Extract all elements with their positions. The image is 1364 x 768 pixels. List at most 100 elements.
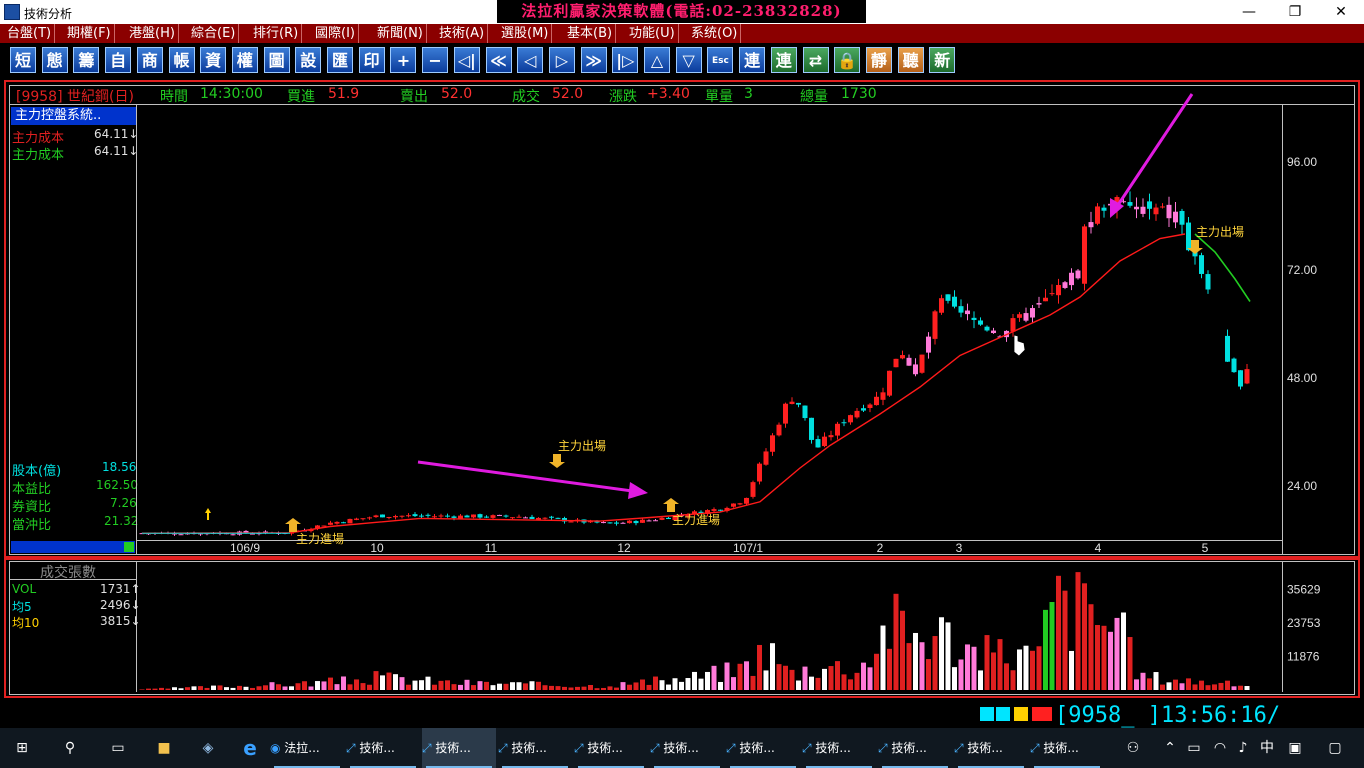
candle-body	[841, 422, 847, 424]
status-light-cyan2	[996, 707, 1010, 721]
status-light-yellow	[1014, 707, 1028, 721]
candle-body	[399, 515, 405, 517]
candle-body	[607, 522, 613, 524]
volume-icon[interactable]: ♪	[1232, 728, 1254, 768]
magenta-arrow-line	[417, 460, 641, 494]
candle-body	[653, 520, 658, 522]
taskbar-app-7[interactable]: ⤢ 技術...	[802, 728, 876, 768]
taskbar-app-9[interactable]: ⤢ 技術...	[954, 728, 1028, 768]
search-icon[interactable]: ⚲	[48, 728, 92, 768]
x-tick-label: 3	[956, 541, 963, 555]
candle-body	[854, 410, 860, 418]
candle-body	[796, 402, 801, 405]
candle-body	[536, 517, 541, 520]
candle-body	[542, 517, 548, 519]
candle-body	[1231, 358, 1237, 373]
ma10-label: 均10	[12, 616, 40, 630]
taskbar-app-label: 技術...	[587, 741, 623, 755]
candle-body	[926, 336, 931, 353]
file-explorer-icon[interactable]: ■	[144, 728, 184, 768]
candle-body	[458, 515, 463, 519]
edge-browser-icon[interactable]: e	[230, 728, 270, 768]
show-hidden-icons[interactable]: ⌃	[1160, 728, 1180, 768]
candle-body	[945, 294, 951, 301]
candle-body	[848, 415, 853, 423]
candle-body	[1023, 313, 1029, 321]
app-icon-farari: ◉	[270, 741, 285, 755]
taskbar-app-3[interactable]: ⤢ 技術...	[498, 728, 572, 768]
candle-body	[503, 515, 509, 517]
hand-cursor-icon	[1013, 334, 1026, 357]
cost-line-red	[141, 233, 1186, 534]
candle-body	[529, 516, 535, 519]
candle-body	[1069, 272, 1074, 286]
taskbar-app-10[interactable]: ⤢ 技術...	[1030, 728, 1104, 768]
volume-chart-inner	[9, 561, 1355, 695]
taskbar-app-label: 技術...	[739, 741, 775, 755]
candle-body	[1166, 204, 1172, 219]
candle-body	[1088, 222, 1094, 228]
candle-body	[1049, 293, 1055, 295]
candle-body	[789, 401, 795, 404]
ma10-value: 3815↓	[100, 614, 141, 628]
ime-language[interactable]: 中	[1256, 728, 1278, 768]
candle-body	[1056, 284, 1061, 296]
magenta-arrow-line	[1114, 93, 1194, 209]
candle-body	[1225, 335, 1230, 362]
candle-body	[783, 403, 788, 424]
x-tick-label: 107/1	[733, 541, 763, 555]
candle-body	[919, 354, 925, 373]
taskbar-app-4[interactable]: ⤢ 技術...	[574, 728, 648, 768]
task-view-icon[interactable]: ▭	[96, 728, 140, 768]
wifi-icon[interactable]: ◠	[1208, 728, 1232, 768]
candle-body	[1179, 210, 1185, 225]
taskbar-app-2[interactable]: ⤢ 技術...	[422, 728, 496, 768]
candle-body	[958, 306, 964, 313]
candle-body	[991, 330, 996, 334]
candle-body	[646, 520, 652, 522]
candle-body	[1160, 206, 1165, 208]
candle-body	[354, 518, 359, 520]
chart-app-icon: ⤢	[346, 741, 360, 755]
taskbar-app-label: 技術...	[891, 741, 927, 755]
y-tick-label: 96.00	[1287, 155, 1317, 169]
taskbar-app-5[interactable]: ⤢ 技術...	[650, 728, 724, 768]
candle-body	[568, 521, 574, 523]
people-icon[interactable]: ⚇	[1118, 728, 1148, 768]
candle-body	[419, 515, 424, 517]
taskbar-app-label: 技術...	[815, 741, 851, 755]
start-icon[interactable]: ⊞	[0, 728, 44, 768]
taskbar-app-label: 法拉...	[284, 741, 320, 755]
taskbar-app-1[interactable]: ⤢ 技術...	[346, 728, 420, 768]
ime-mode-icon[interactable]: ▣	[1284, 728, 1306, 768]
candle-body	[932, 311, 938, 339]
candle-body	[510, 517, 515, 519]
status-light-cyan	[980, 707, 994, 721]
candle-body	[477, 514, 483, 518]
status-light-red	[1032, 707, 1052, 721]
notification-icon[interactable]: ▢	[1320, 728, 1350, 768]
chart-app-icon: ⤢	[954, 741, 968, 755]
battery-icon[interactable]: ▭	[1182, 728, 1206, 768]
candle-body	[451, 516, 457, 518]
candle-body	[815, 439, 821, 448]
candle-body	[555, 517, 561, 519]
candle-body	[874, 396, 879, 406]
candle-body	[744, 497, 749, 504]
chart-app-icon: ⤢	[498, 741, 512, 755]
candle-body	[770, 435, 775, 452]
taskbar-app-6[interactable]: ⤢ 技術...	[726, 728, 800, 768]
chart-app-icon: ⤢	[1030, 741, 1044, 755]
candle-body	[497, 514, 502, 516]
taskbar-app-0[interactable]: ◉ 法拉...	[270, 728, 344, 768]
ma5-value: 2496↓	[100, 598, 141, 612]
x-tick-label: 12	[617, 541, 631, 555]
taskbar-app-8[interactable]: ⤢ 技術...	[878, 728, 952, 768]
candle-body	[1043, 297, 1048, 302]
network-app-icon[interactable]: ◈	[188, 728, 228, 768]
candle-body	[445, 515, 450, 517]
candle-body	[250, 533, 255, 535]
candle-body	[373, 515, 379, 518]
candle-body	[861, 408, 866, 411]
candle-body	[614, 522, 619, 524]
